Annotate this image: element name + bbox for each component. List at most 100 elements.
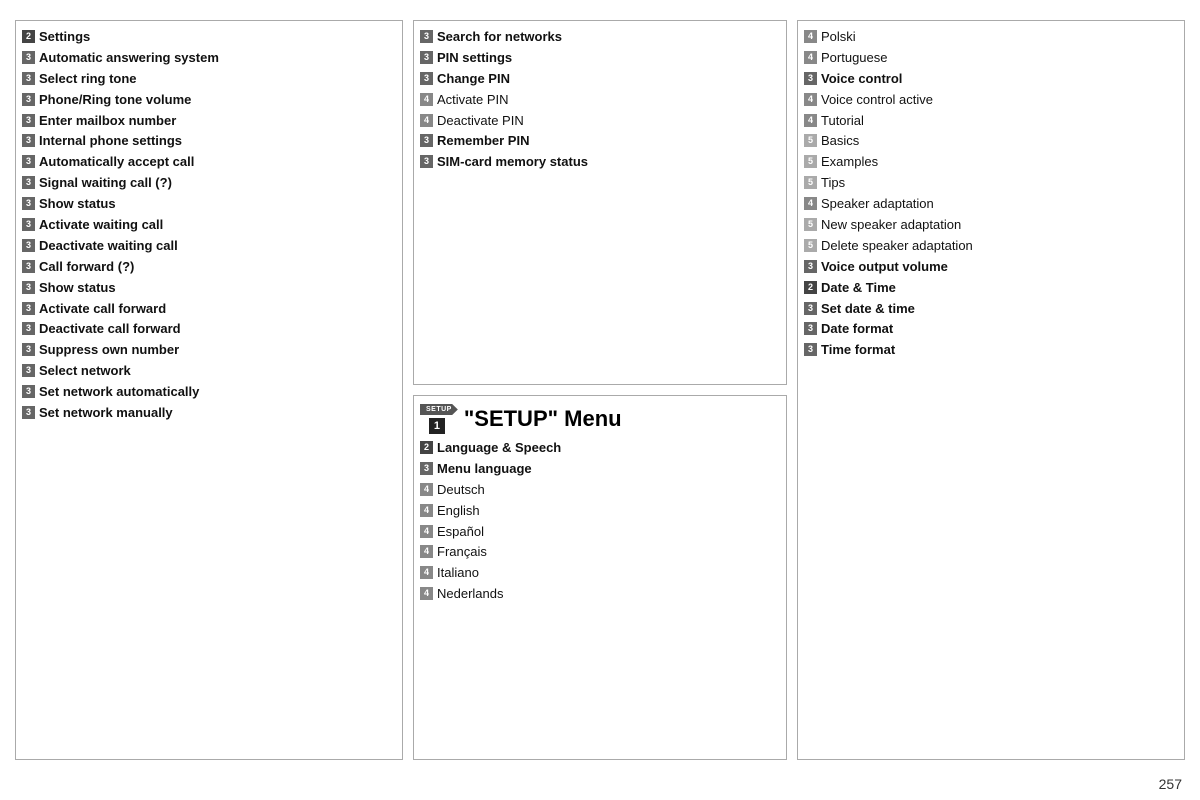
level-badge: 3 <box>22 51 35 64</box>
item-label: English <box>437 503 480 520</box>
list-item: 4Español <box>420 524 780 541</box>
list-item: 3Activate waiting call <box>22 217 396 234</box>
item-label: Show status <box>39 280 116 297</box>
setup-icon: SETUP <box>420 404 458 415</box>
level-badge: 3 <box>804 322 817 335</box>
list-item: 4Français <box>420 544 780 561</box>
list-item: 2 Language & Speech <box>420 440 780 457</box>
level-badge: 2 <box>22 30 35 43</box>
item-label: Show status <box>39 196 116 213</box>
level-badge: 5 <box>804 239 817 252</box>
setup-badge: 1 <box>429 418 445 434</box>
list-item: 4 Deutsch <box>420 482 780 499</box>
list-item: 3Remember PIN <box>420 133 780 150</box>
level-badge: 3 <box>22 406 35 419</box>
item-label: Date format <box>821 321 893 338</box>
item-label: New speaker adaptation <box>821 217 961 234</box>
item-label: Internal phone settings <box>39 133 182 150</box>
item-label: Change PIN <box>437 71 510 88</box>
page-number: 257 <box>1159 776 1182 792</box>
item-label: Deutsch <box>437 482 485 499</box>
level-badge: 4 <box>420 566 433 579</box>
list-item: 5Basics <box>804 133 1178 150</box>
setup-title: "SETUP" Menu <box>464 406 622 432</box>
level-badge: 5 <box>804 218 817 231</box>
item-label: Voice control <box>821 71 902 88</box>
level-badge: 5 <box>804 155 817 168</box>
list-item: 3SIM-card memory status <box>420 154 780 171</box>
list-item: 5 Delete speaker adaptation <box>804 238 1178 255</box>
level-badge: 3 <box>22 176 35 189</box>
level-badge: 3 <box>22 385 35 398</box>
list-item: 5 Tips <box>804 175 1178 192</box>
list-item: 3Show status <box>22 196 396 213</box>
item-label: Enter mailbox number <box>39 113 176 130</box>
level-badge: 2 <box>804 281 817 294</box>
item-label: Nederlands <box>437 586 504 603</box>
list-item: 4 Nederlands <box>420 586 780 603</box>
level-badge: 4 <box>420 114 433 127</box>
list-item: 5Examples <box>804 154 1178 171</box>
item-label: Automatically accept call <box>39 154 194 171</box>
level-badge: 2 <box>420 441 433 454</box>
item-label: Speaker adaptation <box>821 196 934 213</box>
level-badge: 5 <box>804 134 817 147</box>
list-item: 2 Date & Time <box>804 280 1178 297</box>
level-badge: 5 <box>804 176 817 189</box>
level-badge: 3 <box>22 134 35 147</box>
level-badge: 4 <box>420 504 433 517</box>
list-item: 3Phone/Ring tone volume <box>22 92 396 109</box>
list-item: 5 New speaker adaptation <box>804 217 1178 234</box>
list-item: 3Automatic answering system <box>22 50 396 67</box>
level-badge: 3 <box>420 72 433 85</box>
item-label: Signal waiting call (?) <box>39 175 172 192</box>
list-item: 3Select network <box>22 363 396 380</box>
item-label: Italiano <box>437 565 479 582</box>
list-item: 3PIN settings <box>420 50 780 67</box>
list-item: 3Set network manually <box>22 405 396 422</box>
level-badge: 3 <box>22 322 35 335</box>
list-item: 3 Activate call forward <box>22 301 396 318</box>
level-badge: 3 <box>22 72 35 85</box>
level-badge: 3 <box>804 343 817 356</box>
item-label: Delete speaker adaptation <box>821 238 973 255</box>
level-badge: 4 <box>420 525 433 538</box>
list-item: 3 Date format <box>804 321 1178 338</box>
level-badge: 3 <box>420 134 433 147</box>
list-item: 3Search for networks <box>420 29 780 46</box>
level-badge: 4 <box>420 587 433 600</box>
item-label: Activate PIN <box>437 92 509 109</box>
item-label: Menu language <box>437 461 532 478</box>
item-label: Phone/Ring tone volume <box>39 92 191 109</box>
middle-column: 3Search for networks3PIN settings3Change… <box>413 20 787 760</box>
item-label: Select ring tone <box>39 71 137 88</box>
list-item: 3Suppress own number <box>22 342 396 359</box>
item-label: Language & Speech <box>437 440 561 457</box>
list-item: 3Menu language <box>420 461 780 478</box>
list-item: 4Polski <box>804 29 1178 46</box>
list-item: 3Automatically accept call <box>22 154 396 171</box>
item-label: PIN settings <box>437 50 512 67</box>
level-badge: 4 <box>804 93 817 106</box>
level-badge: 3 <box>420 155 433 168</box>
item-label: Tips <box>821 175 845 192</box>
list-item: 4Portuguese <box>804 50 1178 67</box>
list-item: 4Deactivate PIN <box>420 113 780 130</box>
level-badge: 3 <box>804 72 817 85</box>
item-label: Activate call forward <box>39 301 166 318</box>
item-label: Set network automatically <box>39 384 199 401</box>
list-item: 3Deactivate waiting call <box>22 238 396 255</box>
level-badge: 4 <box>804 114 817 127</box>
page-container: 2Settings3Automatic answering system3Sel… <box>0 0 1200 780</box>
item-label: Voice output volume <box>821 259 948 276</box>
item-label: Date & Time <box>821 280 896 297</box>
level-badge: 3 <box>22 260 35 273</box>
level-badge: 3 <box>420 30 433 43</box>
list-item: 4 English <box>420 503 780 520</box>
level-badge: 4 <box>420 483 433 496</box>
level-badge: 3 <box>22 114 35 127</box>
list-item: 4Voice control active <box>804 92 1178 109</box>
middle-lower-box: SETUP 1 "SETUP" Menu 2 Language & Speech 3Men… <box>413 395 787 760</box>
level-badge: 3 <box>22 302 35 315</box>
list-item: 3 Select ring tone <box>22 71 396 88</box>
